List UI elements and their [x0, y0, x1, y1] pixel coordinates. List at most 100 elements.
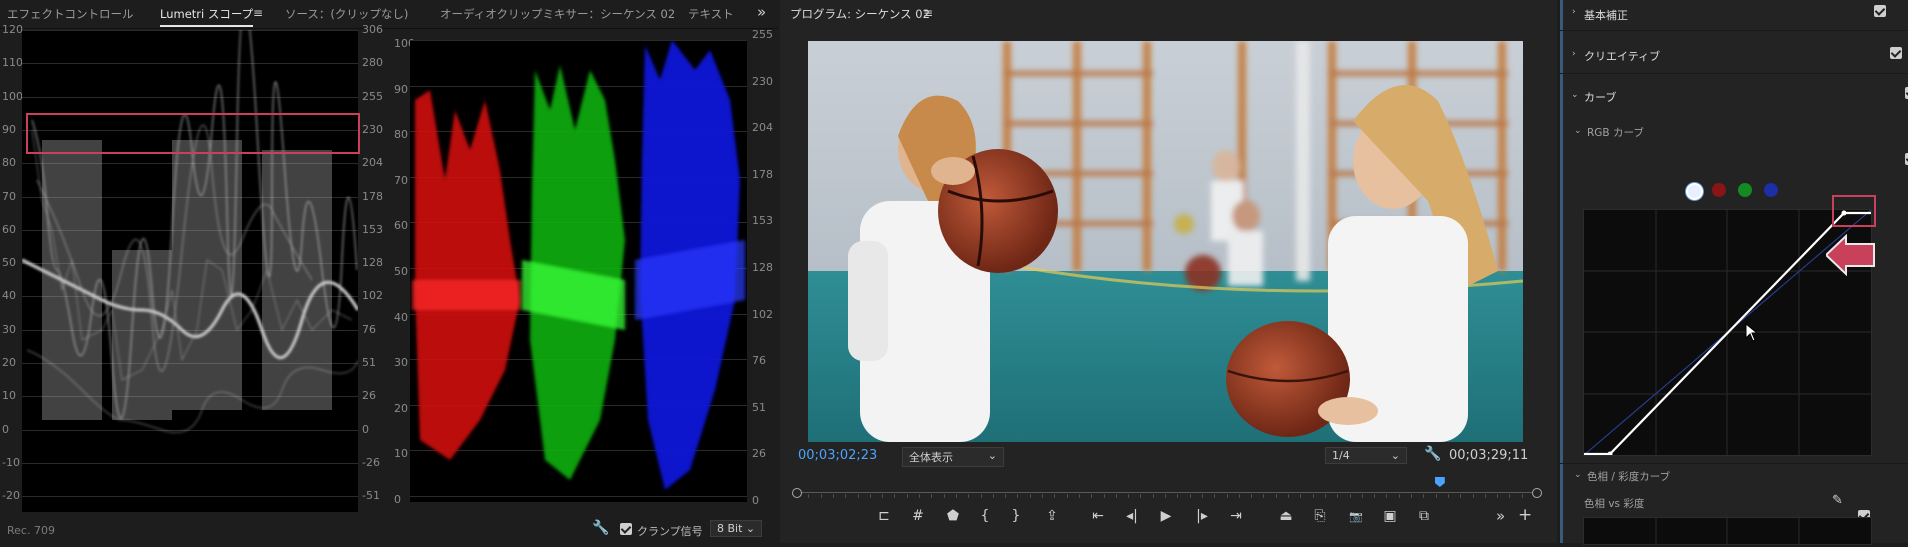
add-button-icon[interactable]: +	[1518, 505, 1532, 525]
ruler-tick	[1239, 494, 1240, 498]
rgb-curves-label[interactable]: RGB カーブ	[1587, 125, 1644, 140]
ruler-tick	[1325, 494, 1326, 498]
scale-tick-label: 153	[362, 223, 383, 236]
chevron-down-icon[interactable]: ⌄	[1574, 126, 1582, 136]
channel-blue-dot[interactable]	[1764, 183, 1778, 197]
scale-tick-label: 0	[394, 493, 401, 506]
step-back-icon[interactable]: ◂|	[1122, 508, 1142, 524]
ruler-tick	[1202, 494, 1203, 498]
scale-tick-label: -51	[362, 489, 380, 502]
export-icon[interactable]: ⇪	[1042, 508, 1062, 524]
panel-menu-icon[interactable]: ≡	[923, 6, 933, 20]
scale-tick-label: 50	[394, 265, 408, 278]
lift-icon[interactable]: ⏏	[1276, 508, 1296, 524]
scale-tick-label: 230	[752, 75, 773, 88]
parade-ire-scale: 1009080706050403020100	[392, 30, 410, 520]
tab-source[interactable]: ソース：(クリップなし)	[285, 6, 408, 22]
ruler-tick	[1522, 494, 1523, 498]
hue-saturation-curves-label[interactable]: 色相 / 彩度カーブ	[1587, 469, 1670, 484]
step-forward-icon[interactable]: |▸	[1192, 508, 1212, 524]
ruler-tick	[1276, 494, 1277, 498]
zoom-dropdown[interactable]: 全体表示⌄	[902, 447, 1004, 467]
ruler-tick	[1374, 494, 1375, 498]
tab-lumetri-scopes[interactable]: Lumetri スコープ	[160, 6, 253, 22]
ruler-tick	[1263, 494, 1264, 498]
ruler-tick	[1079, 494, 1080, 498]
section-creative[interactable]: クリエイティブ	[1584, 48, 1660, 64]
in-point-handle[interactable]	[792, 488, 802, 498]
program-monitor-panel: プログラム: シーケンス 02 ≡	[780, 0, 1557, 543]
marker-in-out-icon[interactable]: ⊏	[874, 508, 894, 524]
mark-out-icon[interactable]: }	[1006, 508, 1026, 524]
compare-view-icon[interactable]: ▣	[1380, 508, 1400, 524]
time-ruler[interactable]	[796, 488, 1536, 498]
proxy-toggle-icon[interactable]: ⧉	[1414, 508, 1434, 524]
play-icon[interactable]: ▶	[1156, 508, 1176, 524]
highlight-box-waveform	[26, 113, 360, 154]
scale-tick-label: 30	[2, 323, 16, 336]
basic-correction-checkbox[interactable]	[1874, 5, 1886, 17]
camera-icon[interactable]: 📷	[1346, 510, 1366, 523]
lumetri-scopes-panel: エフェクトコントロール Lumetri スコープ ≡ ソース：(クリップなし) …	[0, 0, 778, 543]
playhead[interactable]	[1435, 477, 1445, 487]
channel-green-dot[interactable]	[1738, 183, 1752, 197]
ruler-tick	[1054, 494, 1055, 498]
go-to-in-icon[interactable]: ⇤	[1088, 508, 1108, 524]
wrench-icon[interactable]: 🔧	[592, 520, 609, 536]
settings-wrench-icon[interactable]: 🔧	[1424, 446, 1441, 462]
channel-master-dot[interactable]	[1686, 183, 1703, 200]
out-point-handle[interactable]	[1532, 488, 1542, 498]
add-marker-icon[interactable]: ⬟	[943, 508, 963, 524]
hue-vs-sat-graph[interactable]	[1583, 517, 1872, 545]
parade-8bit-scale: 2552302041781531281027651260	[750, 30, 778, 520]
ruler-tick	[1042, 494, 1043, 498]
chevron-down-icon[interactable]: ⌄	[1571, 90, 1579, 100]
go-to-out-icon[interactable]: ⇥	[1226, 508, 1246, 524]
program-video-frame[interactable]	[808, 41, 1523, 442]
ruler-tick	[1399, 494, 1400, 498]
safe-margins-icon[interactable]: #	[908, 508, 928, 524]
resolution-dropdown[interactable]: 1/4⌄	[1325, 447, 1407, 464]
ruler-tick	[845, 494, 846, 498]
scale-tick-label: 80	[2, 156, 16, 169]
resolution-value: 1/4	[1332, 449, 1350, 462]
bit-depth-dropdown[interactable]: 8 Bit ⌄	[710, 520, 762, 537]
ruler-tick	[808, 494, 809, 498]
hue-vs-saturation-label: 色相 vs 彩度	[1584, 496, 1644, 511]
chevron-right-icon[interactable]: ›	[1572, 7, 1576, 17]
panel-menu-icon[interactable]: ≡	[253, 6, 263, 20]
tab-text[interactable]: テキスト	[688, 6, 734, 22]
creative-checkbox[interactable]	[1890, 47, 1902, 59]
scale-tick-label: 30	[394, 356, 408, 369]
tab-audio-clip-mixer[interactable]: オーディオクリップミキサー：シーケンス 02	[440, 6, 675, 22]
section-basic-correction[interactable]: 基本補正	[1584, 7, 1628, 23]
ruler-tick	[1509, 494, 1510, 498]
rgb-curves-checkbox[interactable]	[1905, 153, 1908, 165]
scale-tick-label: 26	[362, 389, 376, 402]
scale-tick-label: 51	[362, 356, 376, 369]
scale-tick-label: 100	[2, 90, 23, 103]
section-divider	[1560, 73, 1908, 74]
chevron-right-icon[interactable]: ›	[1572, 49, 1576, 59]
scale-tick-label: 20	[394, 402, 408, 415]
section-divider	[1560, 463, 1908, 464]
scale-tick-label: 51	[752, 401, 766, 414]
scale-tick-label: -10	[2, 456, 20, 469]
tabs-overflow-icon[interactable]: »	[757, 3, 766, 21]
mark-in-icon[interactable]: {	[975, 508, 995, 524]
section-curves[interactable]: カーブ	[1584, 89, 1616, 105]
eyedropper-icon[interactable]: ✎	[1832, 493, 1843, 508]
clamp-signal-checkbox[interactable]	[620, 523, 632, 535]
ruler-tick	[1448, 494, 1449, 498]
clamp-signal-label: クランプ信号	[637, 523, 703, 539]
more-controls-icon[interactable]: »	[1496, 507, 1505, 525]
tab-effect-controls[interactable]: エフェクトコントロール	[7, 6, 134, 22]
scale-tick-label: 128	[752, 261, 773, 274]
current-timecode[interactable]: 00;03;02;23	[798, 448, 877, 463]
chevron-down-icon: ⌄	[988, 449, 997, 462]
hue-vs-sat-grid	[1584, 518, 1871, 544]
chevron-down-icon[interactable]: ⌄	[1574, 470, 1582, 480]
scale-tick-label: 255	[362, 90, 383, 103]
extract-icon[interactable]: ⎘	[1310, 508, 1330, 524]
channel-red-dot[interactable]	[1712, 183, 1726, 197]
